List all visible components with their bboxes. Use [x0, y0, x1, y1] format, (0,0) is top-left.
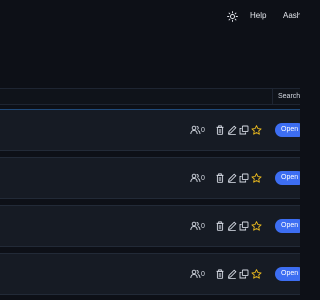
users-icon[interactable]: [190, 173, 201, 183]
open-button[interactable]: Open: [275, 171, 300, 185]
trash-icon[interactable]: [215, 173, 225, 183]
users-icon[interactable]: [190, 221, 201, 231]
member-count: 0: [201, 271, 205, 278]
pencil-icon[interactable]: [227, 221, 237, 231]
open-button[interactable]: Open: [275, 123, 300, 137]
app-window: Help Aash Search 0 Open 0 Open 0 Open 0 …: [0, 0, 300, 300]
copy-icon[interactable]: [239, 173, 249, 183]
trash-icon[interactable]: [215, 221, 225, 231]
pencil-icon[interactable]: [227, 125, 237, 135]
member-count: 0: [201, 223, 205, 230]
star-icon[interactable]: [251, 125, 262, 135]
pencil-icon[interactable]: [227, 269, 237, 279]
list-item[interactable]: 0 Open: [0, 157, 300, 199]
member-count: 0: [201, 175, 205, 182]
trash-icon[interactable]: [215, 125, 225, 135]
list-item[interactable]: 0 Open: [0, 253, 300, 295]
row-actions: 0 Open: [190, 158, 300, 198]
search-button[interactable]: Search: [272, 89, 300, 104]
open-button[interactable]: Open: [275, 267, 300, 281]
pencil-icon[interactable]: [227, 173, 237, 183]
row-actions: 0 Open: [190, 110, 300, 150]
row-actions: 0 Open: [190, 206, 300, 246]
user-menu[interactable]: Aash: [283, 11, 300, 20]
star-icon[interactable]: [251, 221, 262, 231]
copy-icon[interactable]: [239, 125, 249, 135]
copy-icon[interactable]: [239, 269, 249, 279]
search-bar: Search: [0, 88, 300, 105]
users-icon[interactable]: [190, 269, 201, 279]
search-input[interactable]: [0, 89, 270, 104]
star-icon[interactable]: [251, 173, 262, 183]
copy-icon[interactable]: [239, 221, 249, 231]
users-icon[interactable]: [190, 125, 201, 135]
row-actions: 0 Open: [190, 254, 300, 294]
help-link[interactable]: Help: [250, 11, 266, 20]
list-item[interactable]: 0 Open: [0, 205, 300, 247]
trash-icon[interactable]: [215, 269, 225, 279]
open-button[interactable]: Open: [275, 219, 300, 233]
top-navigation: Help Aash: [0, 0, 300, 32]
member-count: 0: [201, 127, 205, 134]
list-item[interactable]: 0 Open: [0, 109, 300, 151]
sun-icon[interactable]: [226, 10, 239, 23]
star-icon[interactable]: [251, 269, 262, 279]
